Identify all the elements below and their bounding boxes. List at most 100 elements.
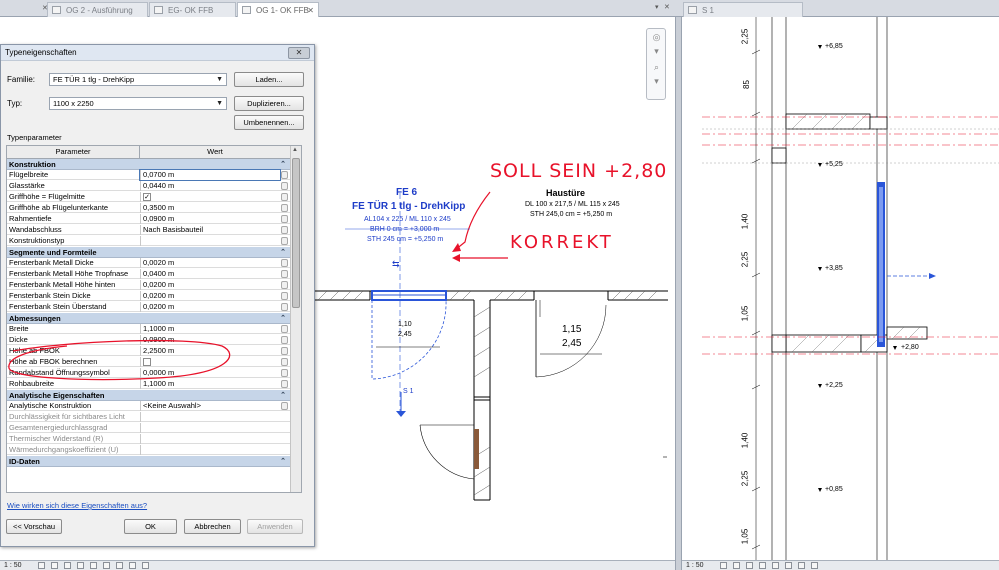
analytical-model-icon[interactable] — [142, 562, 149, 569]
table-row[interactable]: Breite 1,1000 m — [7, 324, 290, 334]
group-header-abmessungen[interactable]: Abmessungen ⌃ — [7, 313, 290, 324]
collapse-icon[interactable]: ⌃ — [280, 456, 286, 467]
close-icon[interactable]: ✕ — [42, 4, 48, 12]
dialog-title-bar[interactable]: Typeneigenschaften ✕ — [1, 45, 314, 61]
view-scale[interactable]: 1 : 50 — [686, 561, 704, 570]
group-header-segmente[interactable]: Segmente und Formteile ⌃ — [7, 247, 290, 258]
table-row[interactable]: Fensterbank Metall Dicke 0,0020 m — [7, 258, 290, 268]
temporary-hide-icon[interactable] — [798, 562, 805, 569]
associate-parameter-button[interactable] — [281, 226, 288, 234]
table-row[interactable]: Fensterbank Stein Dicke 0,0200 m — [7, 291, 290, 301]
checkbox-checked[interactable]: ✓ — [143, 193, 151, 201]
table-row[interactable]: Analytische Konstruktion <Keine Auswahl> — [7, 401, 290, 411]
rename-button[interactable]: Umbenennen... — [234, 115, 304, 130]
duplicate-button[interactable]: Duplizieren... — [234, 96, 304, 111]
table-scrollbar[interactable]: ▲ — [290, 146, 301, 492]
table-row[interactable]: Dicke 0,0900 m — [7, 335, 290, 345]
zoom-icon[interactable]: ⌕ — [651, 62, 662, 73]
associate-parameter-button[interactable] — [281, 369, 288, 377]
window-tag-title[interactable]: FE TÜR 1 tlg - DrehKipp — [352, 201, 465, 212]
collapse-icon[interactable]: ⌃ — [280, 313, 286, 324]
associate-parameter-button[interactable] — [281, 204, 288, 212]
visual-style-icon[interactable] — [51, 562, 58, 569]
table-row[interactable]: Höhe ab FBOK 2,2500 m — [7, 346, 290, 356]
temporary-hide-icon[interactable] — [116, 562, 123, 569]
checkbox-unchecked[interactable] — [143, 358, 151, 366]
preview-button[interactable]: << Vorschau — [6, 519, 62, 534]
associate-parameter-button[interactable] — [281, 336, 288, 344]
associate-parameter-button[interactable] — [281, 281, 288, 289]
table-row[interactable]: Flügelbreite 0,0700 m — [7, 169, 290, 181]
crop-region-icon[interactable] — [785, 562, 792, 569]
cancel-button[interactable]: Abbrechen — [184, 519, 241, 534]
reveal-hidden-icon[interactable] — [129, 562, 136, 569]
section-marker-label[interactable]: S 1 — [403, 388, 414, 395]
tab-og2-ausfuehrung[interactable]: OG 2 - Ausführung — [47, 2, 148, 17]
scrollbar-thumb[interactable] — [292, 158, 300, 308]
view-splitter[interactable] — [675, 17, 682, 570]
associate-parameter-button[interactable] — [281, 380, 288, 388]
sun-path-icon[interactable] — [64, 562, 71, 569]
table-row[interactable]: Höhe ab FBOK berechnen — [7, 357, 290, 367]
tab-s1[interactable]: S 1 — [683, 2, 803, 17]
detail-level-icon[interactable] — [38, 562, 45, 569]
associate-parameter-button[interactable] — [281, 292, 288, 300]
associate-parameter-button[interactable] — [281, 237, 288, 245]
tab-eg-ok-ffb[interactable]: EG- OK FFB — [149, 2, 236, 17]
table-row[interactable]: Rohbaubreite 1,1000 m — [7, 379, 290, 389]
crop-view-icon[interactable] — [90, 562, 97, 569]
associate-parameter-button[interactable] — [281, 303, 288, 311]
load-button[interactable]: Laden... — [234, 72, 304, 87]
value-field[interactable]: 0,0700 m — [139, 169, 281, 181]
door-tag-title[interactable]: Haustüre — [546, 188, 585, 198]
associate-parameter-button[interactable] — [281, 402, 288, 410]
table-row[interactable]: Randabstand Öffnungssymbol 0,0000 m — [7, 368, 290, 378]
associate-parameter-button[interactable] — [281, 182, 288, 190]
associate-parameter-button[interactable] — [281, 193, 288, 201]
ok-button[interactable]: OK — [124, 519, 177, 534]
collapse-icon[interactable]: ⌃ — [280, 247, 286, 258]
help-link[interactable]: Wie wirken sich diese Eigenschaften aus? — [7, 501, 147, 510]
table-row[interactable]: Rahmentiefe 0,0900 m — [7, 214, 290, 224]
reveal-hidden-icon[interactable] — [811, 562, 818, 569]
associate-parameter-button[interactable] — [281, 171, 288, 179]
table-row[interactable]: Fensterbank Metall Höhe hinten 0,0200 m — [7, 280, 290, 290]
close-icon[interactable]: ✕ — [307, 3, 314, 18]
crop-region-icon[interactable] — [103, 562, 110, 569]
detail-level-icon[interactable] — [720, 562, 727, 569]
associate-parameter-button[interactable] — [281, 358, 288, 366]
associate-parameter-button[interactable] — [281, 215, 288, 223]
table-row[interactable]: Wandabschluss Nach Basisbauteil — [7, 225, 290, 235]
group-header-konstruktion[interactable]: Konstruktion ⌃ — [7, 159, 290, 170]
zoom-dropdown-icon[interactable]: ▾ — [651, 76, 662, 87]
collapse-icon[interactable]: ⌃ — [280, 390, 286, 401]
steering-wheel-icon[interactable]: ◎ — [651, 32, 662, 43]
shadows-icon[interactable] — [77, 562, 84, 569]
close-button[interactable]: ✕ — [288, 47, 310, 59]
visual-style-icon[interactable] — [733, 562, 740, 569]
family-select[interactable]: FE TÜR 1 tlg - DrehKipp ▼ — [49, 73, 227, 86]
group-header-id-daten[interactable]: ID-Daten ⌃ — [7, 456, 290, 467]
close-icon[interactable]: ✕ — [664, 3, 670, 11]
table-row[interactable]: Fensterbank Metall Höhe Tropfnase 0,0400 … — [7, 269, 290, 279]
crop-view-icon[interactable] — [772, 562, 779, 569]
view-scale[interactable]: 1 : 50 — [4, 561, 22, 570]
sun-path-icon[interactable] — [746, 562, 753, 569]
associate-parameter-button[interactable] — [281, 325, 288, 333]
tab-og1-ok-ffb[interactable]: OG 1- OK FFB ✕ — [237, 2, 319, 17]
table-row[interactable]: Fensterbank Stein Überstand 0,0200 m — [7, 302, 290, 312]
wheel-dropdown-icon[interactable]: ▾ — [651, 46, 662, 57]
table-row[interactable]: Konstruktionstyp — [7, 236, 290, 246]
section-view[interactable]: +6,85 +5,25 +3,85 +2,80 +2,25 +0,85 2,25… — [682, 17, 999, 560]
table-row[interactable]: Griffhöhe = Flügelmitte ✓ — [7, 192, 290, 202]
scroll-up-icon[interactable]: ▲ — [292, 147, 298, 153]
flip-arrows-icon[interactable]: ⇆ — [392, 259, 400, 270]
collapse-icon[interactable]: ⌃ — [280, 159, 286, 170]
associate-parameter-button[interactable] — [281, 259, 288, 267]
associate-parameter-button[interactable] — [281, 347, 288, 355]
tab-dropdown-icon[interactable]: ▾ — [655, 3, 659, 11]
associate-parameter-button[interactable] — [281, 270, 288, 278]
shadows-icon[interactable] — [759, 562, 766, 569]
type-select[interactable]: 1100 x 2250 ▼ — [49, 97, 227, 110]
table-row[interactable]: Griffhöhe ab Flügelunterkante 0,3500 m — [7, 203, 290, 213]
